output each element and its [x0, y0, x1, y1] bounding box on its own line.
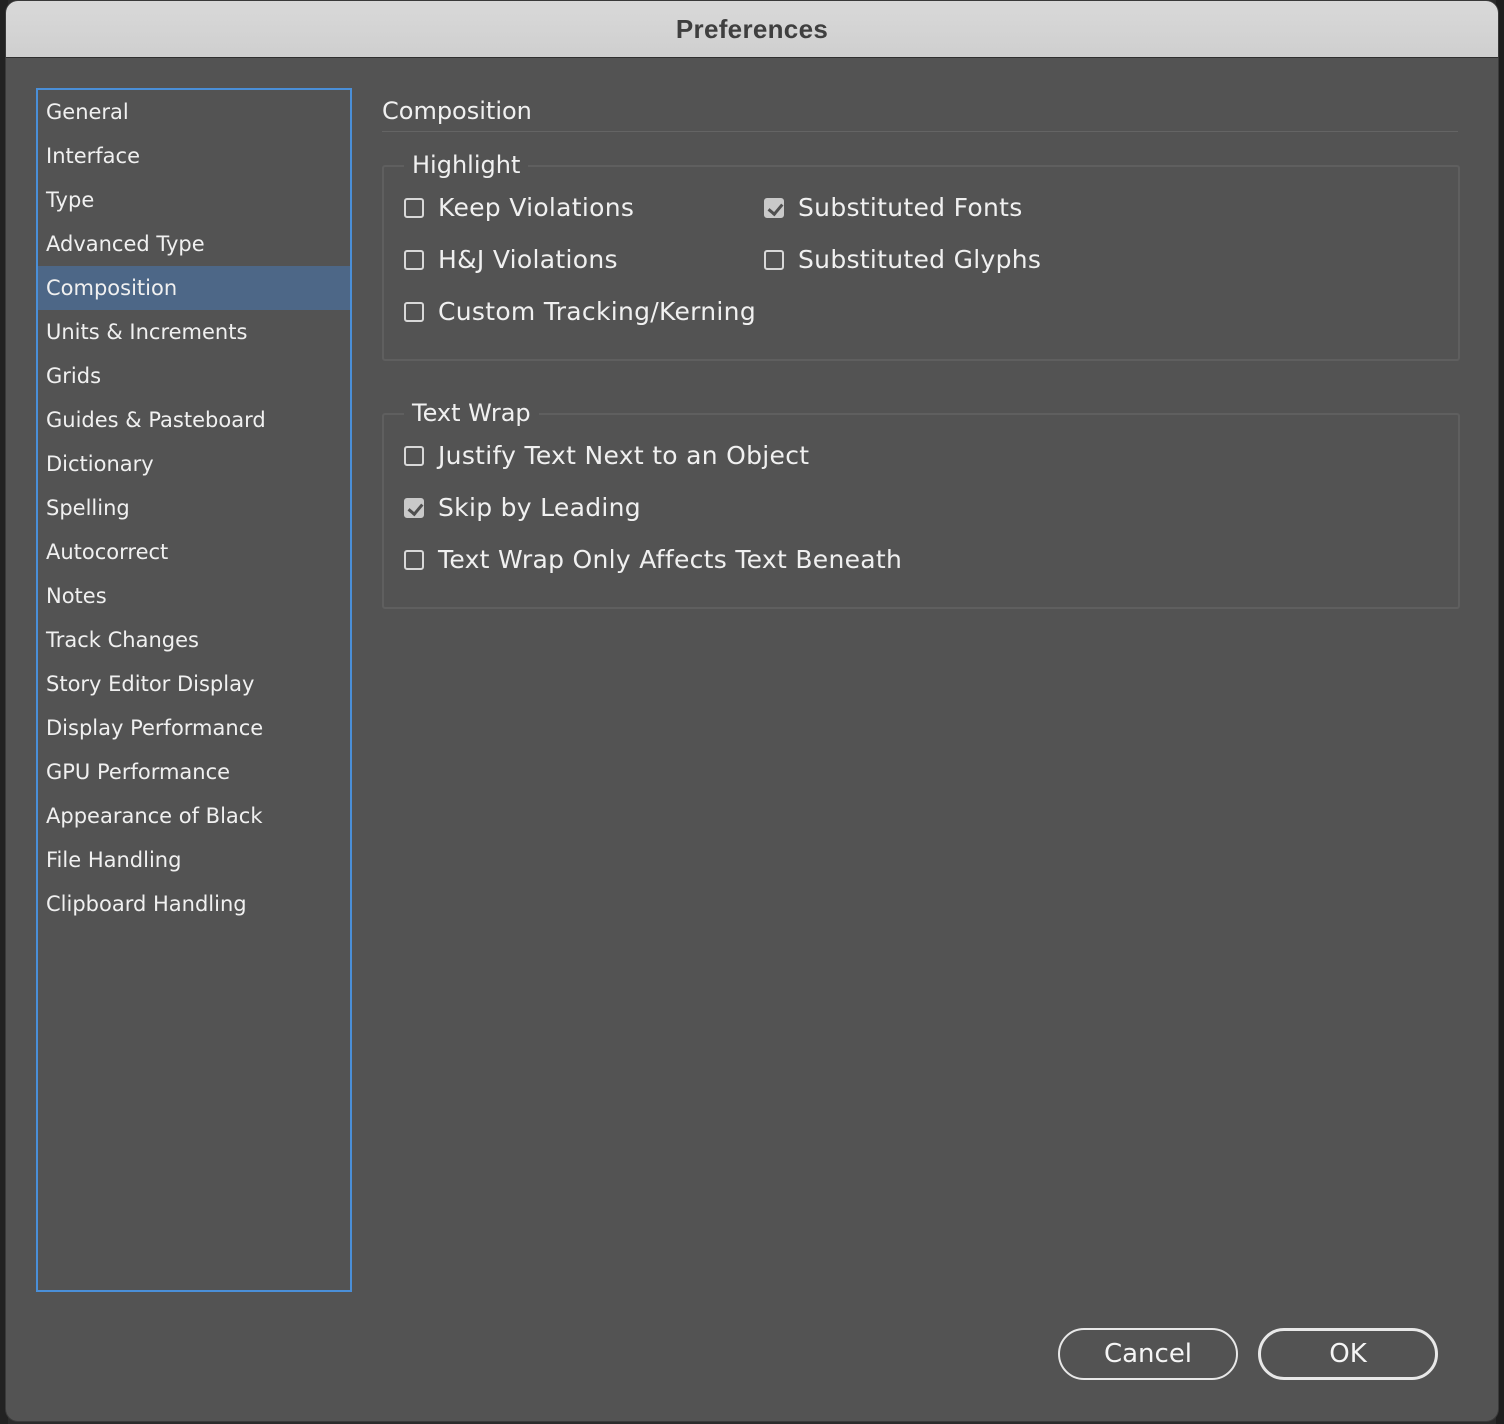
keep-violations-option[interactable]: Keep Violations: [404, 193, 634, 222]
text-wrap-group: Text Wrap Justify Text Next to an Object…: [382, 395, 1460, 609]
sidebar-item-units-increments[interactable]: Units & Increments: [38, 310, 350, 354]
substituted-fonts-label: Substituted Fonts: [798, 193, 1023, 222]
sidebar-item-gpu-performance[interactable]: GPU Performance: [38, 750, 350, 794]
sidebar-item-grids[interactable]: Grids: [38, 354, 350, 398]
sidebar-item-composition[interactable]: Composition: [38, 266, 350, 310]
sidebar-item-guides-pasteboard[interactable]: Guides & Pasteboard: [38, 398, 350, 442]
sidebar-item-general[interactable]: General: [38, 90, 350, 134]
ok-button[interactable]: OK: [1258, 1328, 1438, 1380]
custom-tracking-option[interactable]: Custom Tracking/Kerning: [404, 297, 756, 326]
justify-text-label: Justify Text Next to an Object: [438, 441, 810, 470]
preferences-dialog: Preferences General Interface Type Advan…: [6, 1, 1498, 1421]
hj-violations-option[interactable]: H&J Violations: [404, 245, 618, 274]
substituted-glyphs-checkbox[interactable]: [764, 249, 784, 270]
cancel-button[interactable]: Cancel: [1058, 1328, 1238, 1380]
hj-violations-checkbox[interactable]: [404, 249, 424, 270]
sidebar-item-clipboard-handling[interactable]: Clipboard Handling: [38, 882, 350, 926]
panel-heading: Composition: [382, 87, 1458, 132]
sidebar-item-spelling[interactable]: Spelling: [38, 486, 350, 530]
composition-panel: Composition Highlight Keep Violations Su…: [382, 87, 1460, 609]
substituted-fonts-option[interactable]: Substituted Fonts: [764, 193, 1023, 222]
sidebar-item-story-editor-display[interactable]: Story Editor Display: [38, 662, 350, 706]
highlight-legend: Highlight: [404, 147, 529, 183]
window-title: Preferences: [675, 13, 829, 44]
sidebar-item-track-changes[interactable]: Track Changes: [38, 618, 350, 662]
keep-violations-checkbox[interactable]: [404, 197, 424, 218]
skip-by-leading-option[interactable]: Skip by Leading: [404, 493, 641, 522]
highlight-group: Highlight Keep Violations Substituted Fo…: [382, 147, 1460, 361]
skip-by-leading-checkbox[interactable]: [404, 497, 424, 518]
sidebar-item-dictionary[interactable]: Dictionary: [38, 442, 350, 486]
sidebar-item-interface[interactable]: Interface: [38, 134, 350, 178]
sidebar-item-display-performance[interactable]: Display Performance: [38, 706, 350, 750]
skip-by-leading-label: Skip by Leading: [438, 493, 641, 522]
sidebar-item-autocorrect[interactable]: Autocorrect: [38, 530, 350, 574]
affects-beneath-option[interactable]: Text Wrap Only Affects Text Beneath: [404, 545, 902, 574]
hj-violations-label: H&J Violations: [438, 245, 618, 274]
sidebar-item-type[interactable]: Type: [38, 178, 350, 222]
justify-text-option[interactable]: Justify Text Next to an Object: [404, 441, 809, 470]
category-list[interactable]: General Interface Type Advanced Type Com…: [36, 88, 352, 1292]
substituted-fonts-checkbox[interactable]: [764, 197, 784, 218]
custom-tracking-checkbox[interactable]: [404, 301, 424, 322]
sidebar-item-appearance-of-black[interactable]: Appearance of Black: [38, 794, 350, 838]
sidebar-item-file-handling[interactable]: File Handling: [38, 838, 350, 882]
custom-tracking-label: Custom Tracking/Kerning: [438, 297, 756, 326]
sidebar-item-notes[interactable]: Notes: [38, 574, 350, 618]
substituted-glyphs-label: Substituted Glyphs: [798, 245, 1042, 274]
affects-beneath-label: Text Wrap Only Affects Text Beneath: [438, 545, 903, 574]
affects-beneath-checkbox[interactable]: [404, 549, 424, 570]
title-bar[interactable]: Preferences: [6, 1, 1498, 58]
sidebar-item-advanced-type[interactable]: Advanced Type: [38, 222, 350, 266]
substituted-glyphs-option[interactable]: Substituted Glyphs: [764, 245, 1041, 274]
text-wrap-legend: Text Wrap: [404, 395, 539, 431]
justify-text-checkbox[interactable]: [404, 445, 424, 466]
keep-violations-label: Keep Violations: [438, 193, 635, 222]
